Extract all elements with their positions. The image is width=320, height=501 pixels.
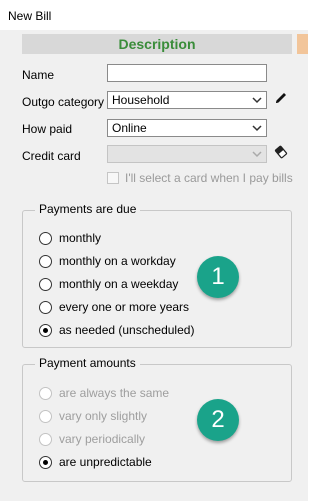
chevron-down-icon (252, 151, 262, 158)
radio-label: are always the same (59, 386, 170, 400)
how-paid-label: How paid (22, 122, 73, 136)
eraser-icon[interactable] (273, 144, 289, 160)
radio-circle[interactable] (39, 232, 52, 245)
radio-selected-dot (43, 328, 48, 333)
outgo-category-value: Household (112, 93, 170, 107)
outgo-category-label: Outgo category (22, 95, 105, 109)
description-header: Description (22, 34, 292, 54)
pencil-icon[interactable] (273, 90, 289, 106)
radio-selected-dot (43, 460, 48, 465)
chevron-down-icon (252, 125, 262, 132)
radio-label: every one or more years (59, 300, 190, 314)
radio-circle[interactable] (39, 324, 52, 337)
radio-label: monthly (59, 231, 102, 245)
how-paid-value: Online (112, 121, 147, 135)
select-card-later-label: I'll select a card when I pay bills (125, 171, 293, 185)
credit-card-select[interactable] (107, 145, 267, 163)
radio-circle[interactable] (39, 387, 52, 400)
credit-card-label: Credit card (22, 149, 81, 163)
radio-circle[interactable] (39, 410, 52, 423)
radio-circle[interactable] (39, 456, 52, 469)
radio-circle[interactable] (39, 433, 52, 446)
title-bar: New Bill (0, 0, 308, 30)
window-title: New Bill (8, 9, 52, 23)
name-label: Name (22, 68, 55, 82)
payments-due-title: Payments are due (35, 202, 141, 216)
radio-label: as needed (unscheduled) (59, 323, 195, 337)
payment-amounts-group: Payment amounts are always the same vary… (22, 356, 292, 482)
radio-label: vary only slightly (59, 409, 148, 423)
radio-circle[interactable] (39, 255, 52, 268)
new-bill-window: New Bill Description Name Outgo category… (0, 0, 308, 501)
how-paid-select[interactable]: Online (107, 119, 267, 137)
radio-circle[interactable] (39, 301, 52, 314)
callout-badge-1: 1 (197, 256, 239, 298)
chevron-down-icon (252, 97, 262, 104)
radio-label: are unpredictable (59, 455, 152, 469)
radio-label: monthly on a workday (59, 254, 176, 268)
radio-label: vary periodically (59, 432, 146, 446)
bill-form: Description Name Outgo category Househol… (0, 30, 308, 501)
side-tab[interactable] (297, 34, 308, 54)
name-field[interactable] (107, 64, 267, 82)
select-card-later-checkbox[interactable] (107, 172, 119, 184)
payments-due-group: Payments are due monthly monthly on a wo… (22, 202, 292, 348)
callout-badge-2: 2 (197, 399, 239, 441)
outgo-category-select[interactable]: Household (107, 91, 267, 109)
radio-label: monthly on a weekday (59, 277, 179, 291)
radio-circle[interactable] (39, 278, 52, 291)
payment-amounts-title: Payment amounts (35, 356, 140, 370)
